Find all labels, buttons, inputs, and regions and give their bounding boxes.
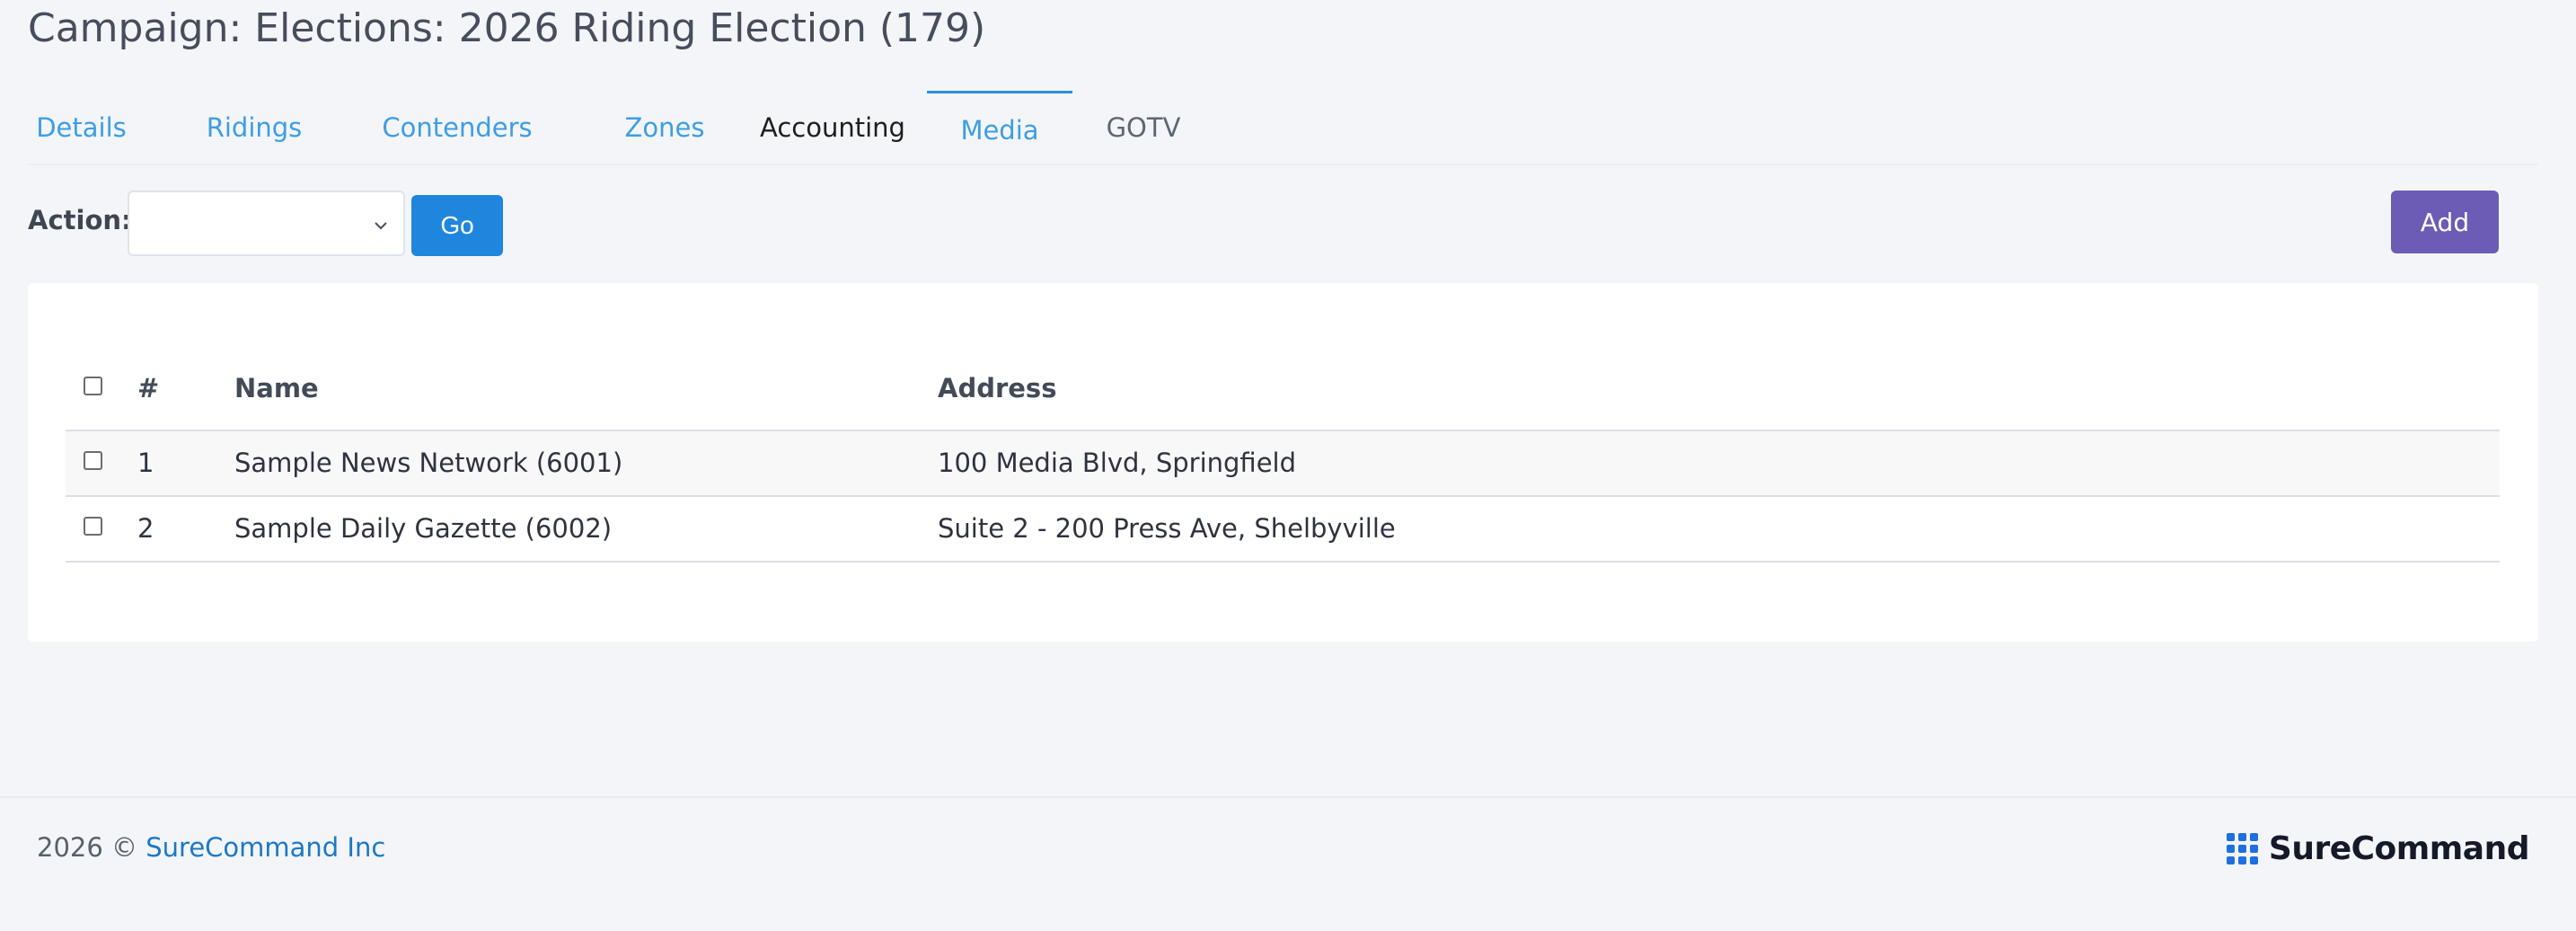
grid-dots-icon (2226, 832, 2258, 864)
row-select-cell (84, 517, 102, 536)
tab-details[interactable]: Details (28, 92, 135, 164)
chevron-down-icon (375, 222, 387, 230)
tab-gotv[interactable]: GOTV (1086, 92, 1201, 164)
row-checkbox[interactable] (84, 517, 102, 536)
select-all-cell (84, 377, 102, 395)
media-table: # Name Address 1 Sample News Network (60… (66, 355, 2500, 563)
table-row: 2 Sample Daily Gazette (6002) Suite 2 - … (66, 497, 2500, 563)
row-checkbox[interactable] (84, 451, 102, 470)
tab-zones[interactable]: Zones (604, 92, 726, 164)
footer: 2026 © SureCommand Inc SureCommand (0, 796, 2576, 931)
action-select[interactable] (128, 191, 405, 256)
media-name-link[interactable]: Sample Daily Gazette (6002) (234, 513, 612, 544)
row-select-cell (84, 451, 102, 470)
media-name-link[interactable]: Sample News Network (6001) (234, 448, 622, 478)
tab-accounting[interactable]: Accounting (740, 92, 925, 164)
action-label: Action: (28, 205, 132, 235)
tab-ridings[interactable]: Ridings (198, 92, 310, 164)
tab-contenders[interactable]: Contenders (375, 92, 540, 164)
table-header-row: # Name Address (66, 355, 2500, 431)
add-button[interactable]: Add (2391, 191, 2499, 253)
column-header-number: # (137, 373, 160, 403)
brand-name: SureCommand (2268, 830, 2530, 867)
column-header-address[interactable]: Address (938, 373, 1056, 403)
brand-logo[interactable]: SureCommand (2226, 830, 2530, 867)
footer-copyright: 2026 © SureCommand Inc (37, 832, 385, 863)
media-address: 100 Media Blvd, Springfield (938, 448, 1297, 478)
go-button[interactable]: Go (411, 195, 503, 256)
row-number: 2 (137, 513, 154, 544)
company-link[interactable]: SureCommand Inc (146, 832, 385, 863)
media-table-card: # Name Address 1 Sample News Network (60… (28, 283, 2538, 642)
media-address: Suite 2 - 200 Press Ave, Shelbyville (938, 513, 1396, 544)
column-header-name[interactable]: Name (234, 373, 319, 403)
table-row: 1 Sample News Network (6001) 100 Media B… (66, 431, 2500, 497)
tab-bar: Details Ridings Contenders Zones Account… (28, 91, 2538, 165)
copyright-text: 2026 © (37, 832, 138, 863)
page-title: Campaign: Elections: 2026 Riding Electio… (28, 5, 986, 51)
page: Campaign: Elections: 2026 Riding Electio… (0, 0, 2576, 931)
tab-media[interactable]: Media (927, 91, 1072, 164)
row-number: 1 (137, 448, 154, 478)
select-all-checkbox[interactable] (84, 377, 102, 395)
